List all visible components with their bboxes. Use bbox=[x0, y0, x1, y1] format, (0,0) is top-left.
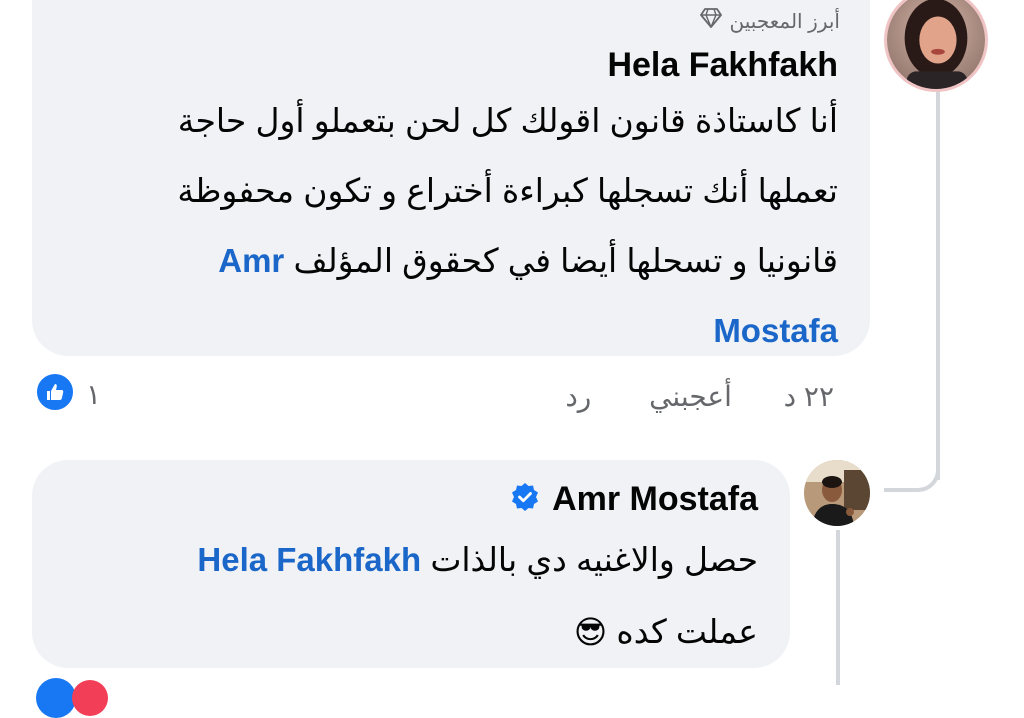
partial-reaction-icon bbox=[36, 678, 76, 718]
mention-hela-fakhfakh[interactable]: Hela Fakhfakh bbox=[197, 541, 421, 578]
comment-text-segment: حصل والاغنيه دي بالذات bbox=[430, 541, 758, 578]
comment-author-row: Amr Mostafa bbox=[510, 480, 758, 519]
top-fan-label: أبرز المعجبين bbox=[729, 10, 840, 33]
comment-author[interactable]: Amr Mostafa bbox=[552, 480, 758, 519]
partial-reaction-icon bbox=[72, 680, 108, 716]
comment-actions: ٢٢ د أعجبني رد bbox=[565, 380, 834, 413]
avatar-hela-fakhfakh[interactable] bbox=[884, 0, 988, 92]
comment-text-line: تعملها أنك تسجلها كبراءة أختراع و تكون م… bbox=[177, 172, 838, 209]
reaction-count[interactable]: ١ bbox=[86, 378, 101, 411]
comment-time[interactable]: ٢٢ د bbox=[784, 381, 834, 412]
comment-text: أنا كاستاذة قانون اقولك كل لحن بتعملو أو… bbox=[48, 86, 838, 366]
thread-line-reply bbox=[836, 530, 840, 685]
thread-line-vertical bbox=[936, 88, 940, 480]
comment-text-line: حصل والاغنيه دي بالذات Hela Fakhfakh bbox=[58, 524, 758, 596]
comment-bubble-hela: أبرز المعجبين Hela Fakhfakh أنا كاستاذة … bbox=[32, 0, 870, 356]
mention-amr-mostafa[interactable]: Amr bbox=[218, 242, 284, 279]
comment-text: حصل والاغنيه دي بالذات Hela Fakhfakh عمل… bbox=[58, 524, 758, 668]
reply-button[interactable]: رد bbox=[565, 381, 591, 412]
diamond-icon bbox=[699, 8, 722, 34]
comment-text-segment: قانونيا و تسحلها أيضا في كحقوق المؤلف bbox=[293, 242, 838, 279]
comment-text-line: قانونيا و تسحلها أيضا في كحقوق المؤلف Am… bbox=[48, 226, 838, 296]
comment-text-line: Mostafa bbox=[48, 296, 838, 366]
comment-text-segment: عملت كده bbox=[616, 613, 758, 650]
mention-amr-mostafa[interactable]: Mostafa bbox=[713, 312, 838, 349]
comment-text-line: عملت كده 😎 bbox=[58, 596, 758, 668]
avatar-amr-mostafa[interactable] bbox=[804, 460, 870, 526]
comment-text-line: أنا كاستاذة قانون اقولك كل لحن بتعملو أو… bbox=[177, 102, 838, 139]
avatar-image bbox=[887, 0, 985, 89]
verified-badge-icon bbox=[510, 482, 540, 517]
thread-line-curve bbox=[884, 440, 940, 492]
avatar-image bbox=[804, 460, 870, 526]
like-reaction-icon[interactable] bbox=[34, 371, 76, 413]
like-button[interactable]: أعجبني bbox=[649, 381, 732, 412]
sunglasses-emoji-icon: 😎 bbox=[573, 613, 608, 651]
comment-bubble-amr: Amr Mostafa حصل والاغنيه دي بالذات Hela … bbox=[32, 460, 790, 668]
comment-author[interactable]: Hela Fakhfakh bbox=[607, 46, 838, 85]
top-fan-badge: أبرز المعجبين bbox=[699, 8, 840, 34]
